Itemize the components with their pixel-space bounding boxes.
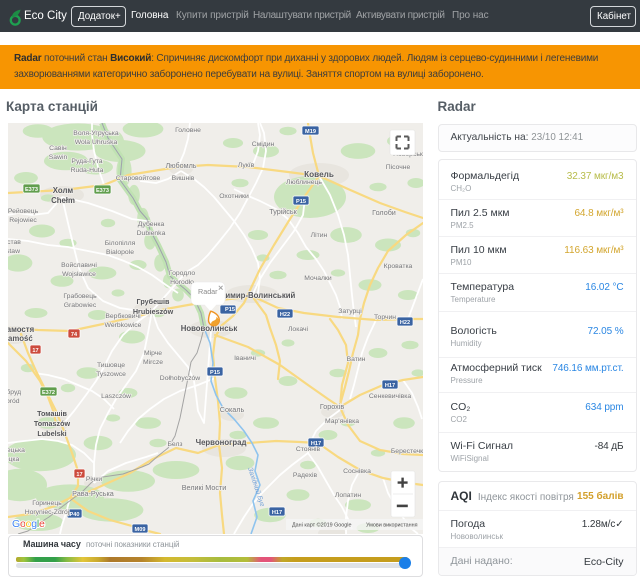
svg-text:Radar: Radar — [198, 287, 218, 296]
svg-text:nobród: nobród — [8, 398, 20, 405]
svg-text:нецька: нецька — [8, 447, 25, 454]
svg-text:Р40: Р40 — [70, 511, 80, 517]
svg-text:Берестечк: Берестечк — [391, 448, 423, 455]
svg-text:Google: Google — [12, 518, 45, 530]
svg-text:Войславичі: Войславичі — [61, 261, 97, 269]
svg-text:Турійськ: Турійськ — [269, 207, 297, 216]
svg-text:Любомль: Любомль — [165, 161, 196, 170]
svg-text:Ковель: Ковель — [304, 170, 334, 179]
svg-text:Руда-Гута: Руда-Гута — [71, 158, 102, 165]
svg-text:Werbkowice: Werbkowice — [105, 322, 142, 329]
svg-text:М19: М19 — [305, 128, 316, 134]
svg-text:Кроватка: Кроватка — [384, 263, 413, 270]
svg-text:Головне: Головне — [175, 127, 201, 134]
svg-text:Городло: Городло — [169, 270, 195, 277]
svg-text:Sawin: Sawin — [49, 154, 68, 161]
svg-text:74: 74 — [71, 331, 78, 337]
svg-text:Холм: Холм — [53, 186, 74, 195]
svg-text:Торчин: Торчин — [374, 314, 396, 321]
svg-text:Вишнів: Вишнів — [172, 174, 195, 182]
svg-text:Літин: Літин — [311, 231, 328, 239]
svg-text:Люблинець: Люблинець — [286, 178, 322, 186]
svg-text:Сенкевичівка: Сенкевичівка — [369, 392, 411, 400]
svg-text:Р15: Р15 — [225, 306, 235, 312]
svg-text:Умови використання: Умови використання — [366, 522, 418, 528]
svg-text:Іваничі: Іваничі — [234, 354, 256, 362]
svg-text:17: 17 — [76, 471, 82, 477]
svg-text:Червоноград: Червоноград — [196, 438, 247, 447]
svg-text:Білопілля: Білопілля — [105, 239, 136, 247]
svg-text:Савін: Савін — [49, 144, 67, 152]
svg-text:Старовойтове: Старовойтове — [116, 174, 161, 182]
svg-text:Grabowiec: Grabowiec — [64, 302, 97, 309]
svg-text:Сокаль: Сокаль — [220, 405, 245, 414]
svg-text:Великі Мости: Великі Мости — [182, 483, 226, 492]
svg-text:Ruda-Huta: Ruda-Huta — [71, 167, 104, 174]
svg-text:Річки: Річки — [86, 475, 103, 483]
svg-text:ецка: ецка — [8, 456, 20, 463]
svg-text:Mircze: Mircze — [143, 359, 163, 366]
svg-text:Р15: Р15 — [296, 198, 306, 204]
svg-text:Голоби: Голоби — [372, 208, 396, 217]
svg-text:Rejowiec: Rejowiec — [9, 217, 37, 224]
svg-text:Ватин: Ватин — [347, 356, 366, 363]
svg-text:Вербковичі: Вербковичі — [105, 312, 141, 320]
svg-text:Лопатин: Лопатин — [335, 492, 361, 499]
svg-text:Н17: Н17 — [272, 509, 282, 515]
svg-text:Дані карт ©2019 Google: Дані карт ©2019 Google — [292, 521, 352, 528]
svg-text:17: 17 — [32, 347, 38, 353]
svg-text:Dubienka: Dubienka — [137, 230, 166, 237]
svg-text:Horyniec-Zdrój: Horyniec-Zdrój — [25, 509, 70, 516]
svg-text:Смідин: Смідин — [252, 140, 275, 148]
svg-text:Дубенка: Дубенка — [138, 220, 165, 228]
svg-text:Lubelski: Lubelski — [37, 429, 66, 438]
svg-text:Стоянів: Стоянів — [296, 445, 321, 453]
svg-text:staw: staw — [8, 248, 20, 255]
svg-text:Грабовець: Грабовець — [63, 292, 97, 300]
svg-text:Затурці: Затурці — [338, 307, 362, 315]
svg-text:М09: М09 — [135, 526, 146, 532]
svg-text:Воля-Угруська: Воля-Угруська — [73, 130, 119, 137]
svg-text:Zamość: Zamość — [8, 334, 33, 343]
svg-text:Белз: Белз — [167, 441, 182, 448]
svg-text:Laszczów: Laszczów — [101, 393, 131, 400]
svg-text:Н22: Н22 — [400, 319, 410, 325]
svg-text:Рава-Руська: Рава-Руська — [72, 489, 114, 498]
svg-text:Грубешів: Грубешів — [137, 297, 171, 306]
svg-text:Tomaszów: Tomaszów — [34, 419, 71, 428]
svg-text:Мірче: Мірче — [144, 349, 162, 357]
svg-text:Р15: Р15 — [210, 369, 220, 375]
svg-text:Лукїв: Лукїв — [238, 162, 255, 169]
svg-text:Н17: Н17 — [385, 382, 395, 388]
svg-text:Радехів: Радехів — [293, 471, 318, 479]
svg-text:Охотники: Охотники — [219, 193, 249, 200]
svg-text:нобруд: нобруд — [8, 388, 21, 396]
svg-text:Chełm: Chełm — [51, 196, 75, 205]
svg-text:став: став — [8, 239, 21, 246]
svg-text:Томашів: Томашів — [37, 409, 67, 418]
svg-text:Wola Uhruska: Wola Uhruska — [75, 139, 118, 146]
svg-text:Wojsławice: Wojsławice — [62, 271, 96, 278]
svg-text:Е373: Е373 — [96, 187, 109, 193]
svg-text:Е372: Е372 — [42, 389, 55, 395]
svg-text:Горохів: Горохів — [320, 402, 345, 411]
svg-text:Пісочне: Пісочне — [386, 163, 411, 171]
svg-text:Н22: Н22 — [280, 311, 290, 317]
svg-text:Тишовце: Тишовце — [97, 362, 125, 369]
svg-text:Мочалки: Мочалки — [304, 275, 332, 282]
svg-text:Замостя: Замостя — [8, 325, 34, 334]
svg-text:Tyszowce: Tyszowce — [96, 371, 126, 378]
svg-text:Соснівка: Соснівка — [343, 467, 371, 475]
svg-text:Е373: Е373 — [25, 186, 38, 192]
svg-text:Рейовець: Рейовець — [8, 207, 39, 215]
svg-text:Мар'янівка: Мар'янівка — [325, 417, 359, 425]
svg-text:Horodło: Horodło — [170, 279, 194, 286]
svg-text:Горинець: Горинець — [32, 500, 62, 507]
svg-text:Dołhobyczów: Dołhobyczów — [160, 375, 201, 382]
svg-text:Нововолинськ: Нововолинськ — [181, 324, 238, 333]
svg-text:Локачі: Локачі — [288, 325, 309, 333]
svg-text:Bialopole: Bialopole — [106, 249, 134, 256]
